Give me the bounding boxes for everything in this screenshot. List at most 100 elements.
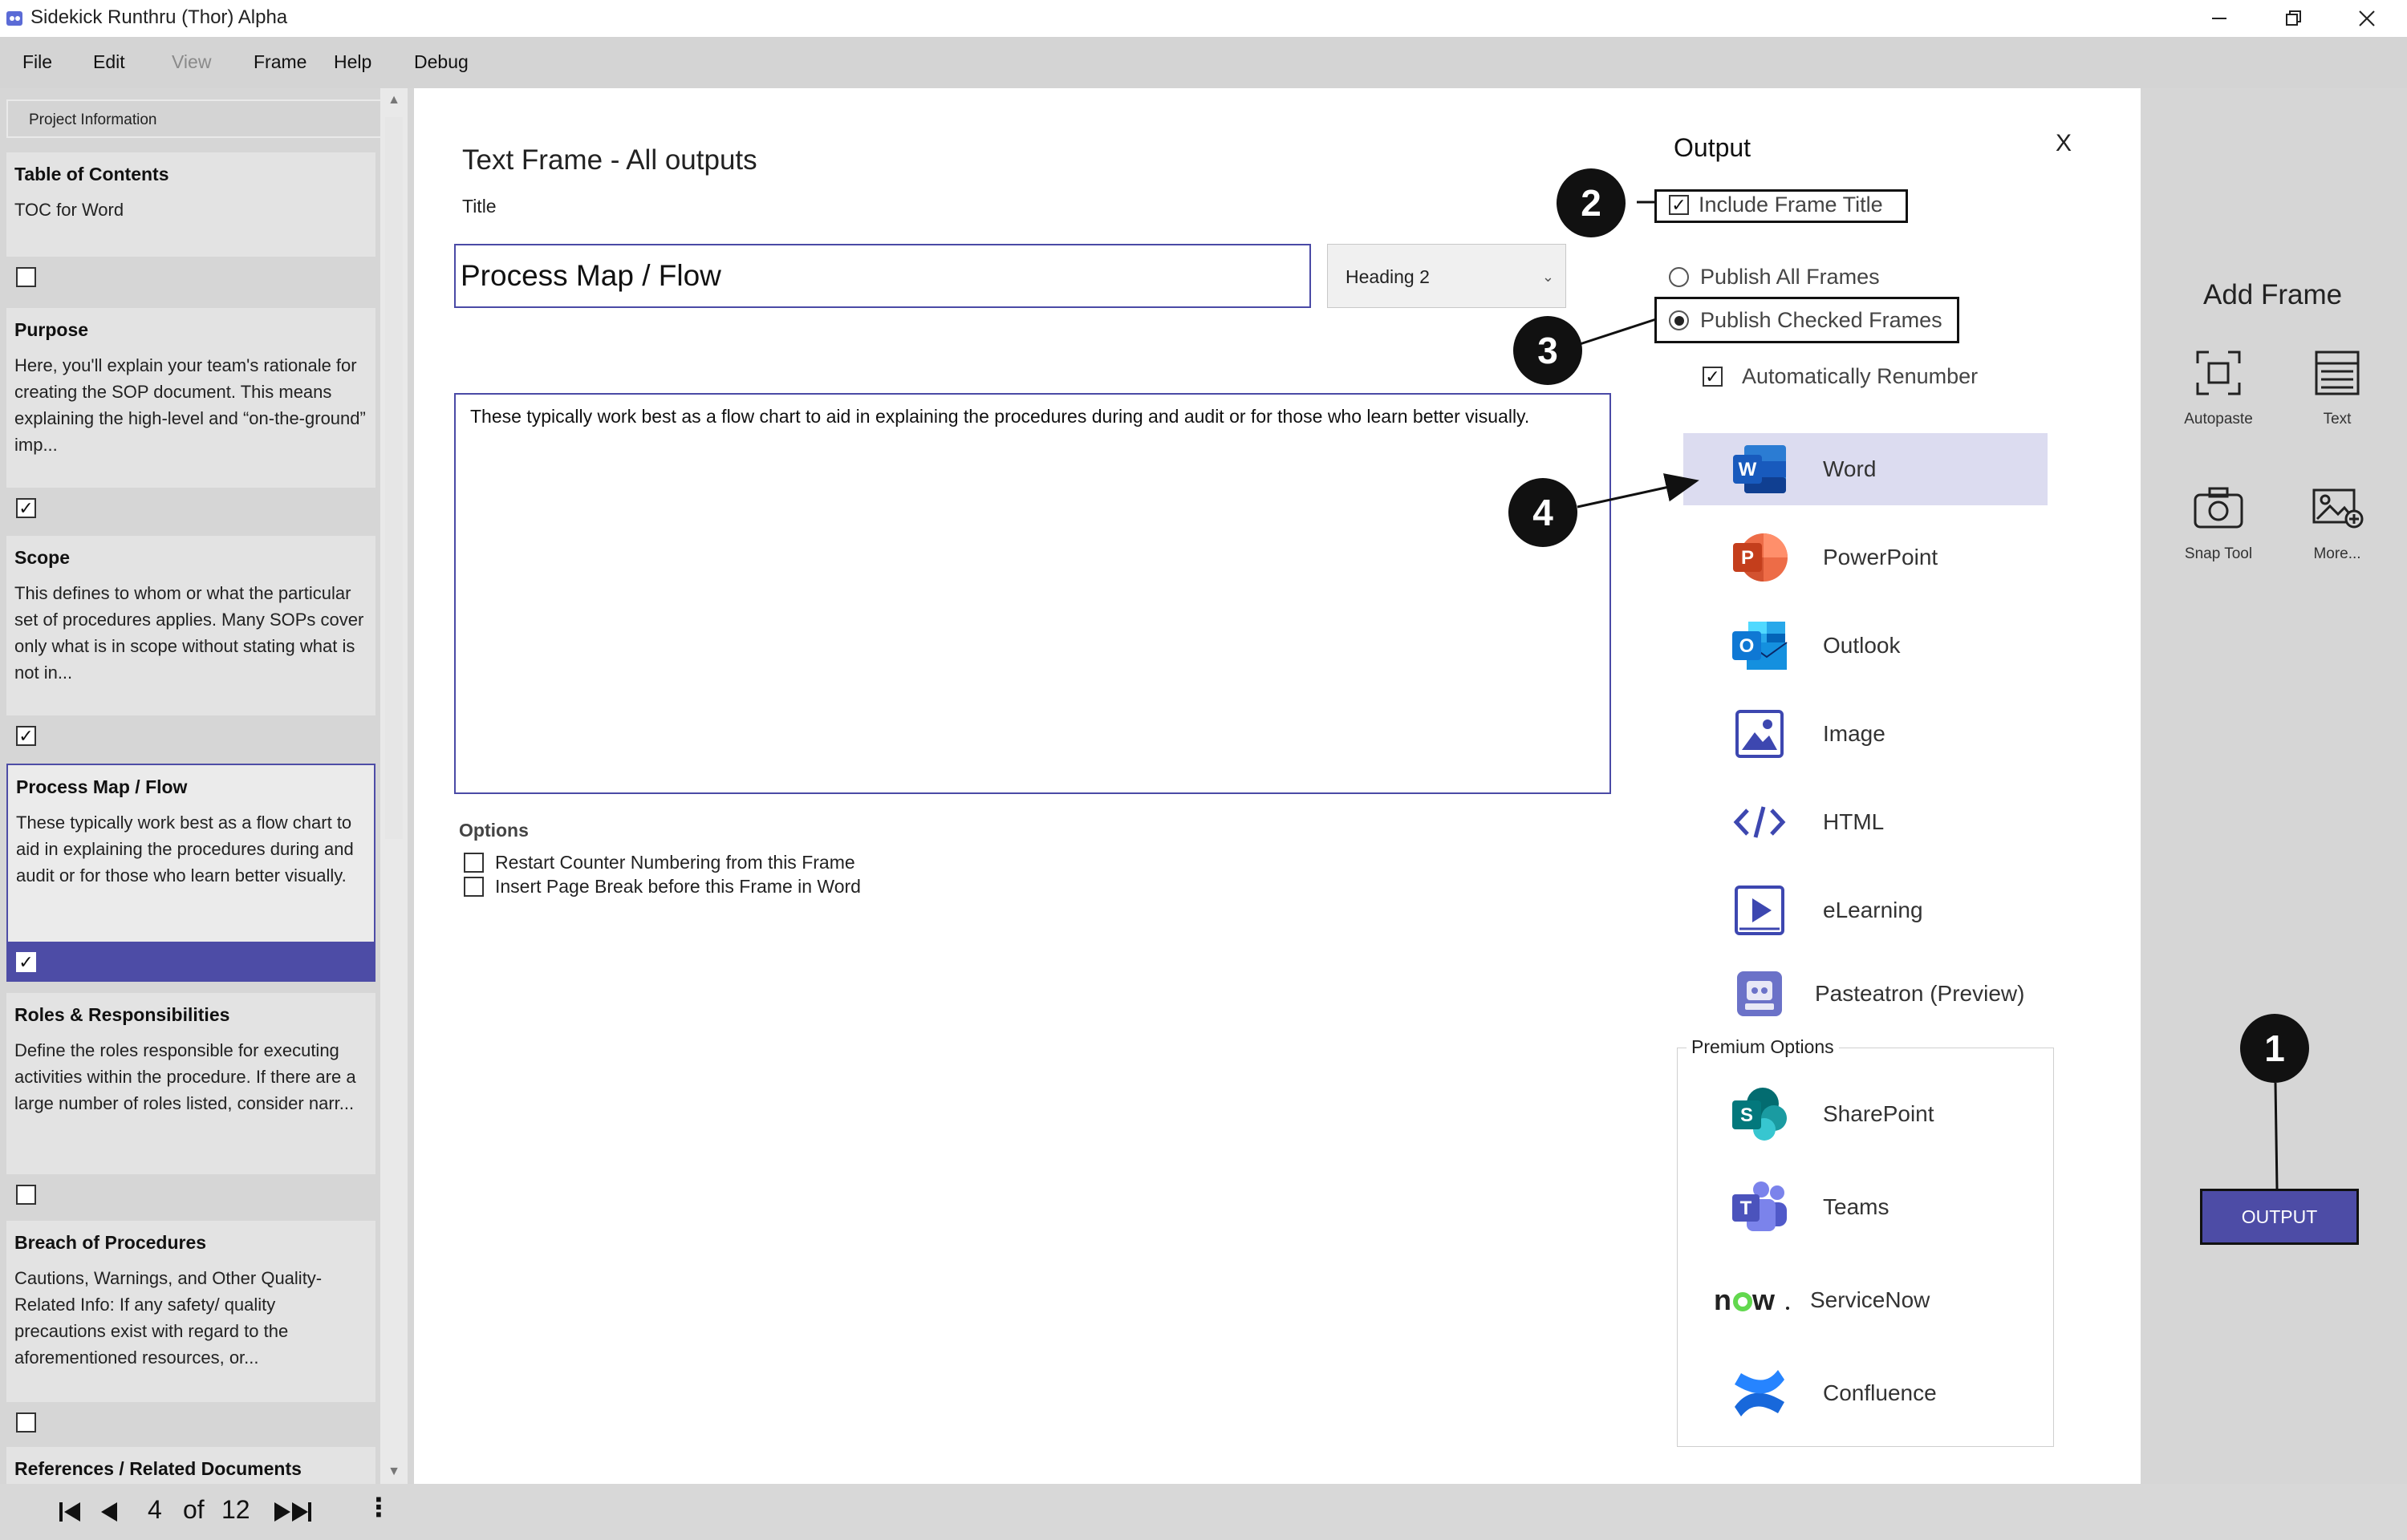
image-icon bbox=[1728, 703, 1791, 765]
check-mark-icon: ✓ bbox=[18, 497, 34, 518]
menu-edit[interactable]: Edit bbox=[93, 51, 125, 73]
frame-checkbox[interactable]: ✓ bbox=[16, 498, 36, 518]
output-servicenow[interactable]: nw ServiceNow bbox=[1683, 1264, 2048, 1336]
servicenow-logo-icon: nw bbox=[1714, 1269, 1791, 1331]
restore-icon bbox=[2286, 10, 2301, 26]
frame-checkbox[interactable] bbox=[16, 1185, 36, 1205]
close-window-button[interactable] bbox=[2330, 0, 2404, 37]
restart-numbering-checkbox[interactable] bbox=[464, 853, 484, 873]
play-video-icon bbox=[1728, 879, 1791, 942]
output-pasteatron[interactable]: Pasteatron (Preview) bbox=[1683, 958, 2048, 1030]
sharepoint-label: SharePoint bbox=[1823, 1101, 1934, 1126]
menu-bar: File Edit View Frame Help Debug bbox=[0, 37, 2407, 88]
frame-checkbox[interactable] bbox=[16, 1412, 36, 1433]
frame-card[interactable]: Table of Contents TOC for Word bbox=[6, 152, 375, 257]
more-vertical-icon[interactable]: ⋮ bbox=[366, 1492, 392, 1522]
text-tool[interactable]: Text bbox=[2285, 343, 2389, 428]
elearning-label: eLearning bbox=[1823, 898, 1923, 922]
output-button[interactable]: OUTPUT bbox=[2200, 1189, 2359, 1245]
frame-card[interactable]: Breach of Procedures Cautions, Warnings,… bbox=[6, 1221, 375, 1402]
frame-card-desc: Here, you'll explain your team's rationa… bbox=[14, 355, 366, 455]
scroll-down-icon[interactable]: ▼ bbox=[380, 1460, 408, 1484]
heading-level-select[interactable]: Heading 2 ⌄ bbox=[1327, 244, 1566, 308]
frame-body-textarea[interactable]: These typically work best as a flow char… bbox=[454, 393, 1611, 794]
snap-tool[interactable]: Snap Tool bbox=[2166, 478, 2271, 563]
code-icon bbox=[1728, 791, 1791, 853]
frame-checkbox[interactable] bbox=[16, 267, 36, 287]
menu-help[interactable]: Help bbox=[334, 51, 371, 73]
frame-card-selected[interactable]: Process Map / Flow These typically work … bbox=[6, 764, 375, 948]
frame-card-title: Breach of Procedures bbox=[14, 1232, 207, 1253]
powerpoint-label: PowerPoint bbox=[1823, 545, 1938, 569]
confluence-label: Confluence bbox=[1823, 1380, 1937, 1405]
title-label: Title bbox=[462, 196, 497, 217]
frame-card[interactable]: References / Related Documents bbox=[6, 1447, 375, 1484]
output-teams[interactable]: T Teams bbox=[1683, 1171, 2048, 1243]
more-tools[interactable]: More... bbox=[2285, 478, 2389, 563]
check-mark-icon: ✓ bbox=[18, 725, 34, 746]
frame-card[interactable]: Purpose Here, you'll explain your team's… bbox=[6, 308, 375, 488]
frame-checkbox[interactable]: ✓ bbox=[16, 952, 36, 972]
publish-all-radio[interactable] bbox=[1669, 267, 1689, 287]
output-powerpoint[interactable]: P PowerPoint bbox=[1683, 521, 2048, 594]
frame-check-row: ✓ bbox=[6, 488, 375, 528]
sharepoint-icon: S bbox=[1728, 1083, 1791, 1145]
page-of-label: of bbox=[183, 1495, 205, 1524]
output-confluence[interactable]: Confluence bbox=[1683, 1357, 2048, 1429]
word-icon: W bbox=[1728, 438, 1791, 500]
frame-check-row bbox=[6, 1402, 375, 1442]
text-lines-icon bbox=[2285, 343, 2389, 403]
publish-checked-frames-option[interactable]: Publish Checked Frames bbox=[1669, 308, 1942, 333]
frame-card-title: Table of Contents bbox=[14, 164, 169, 184]
frame-list-scrollbar[interactable]: ▲ ▼ bbox=[380, 88, 408, 1484]
menu-file[interactable]: File bbox=[22, 51, 52, 73]
teams-label: Teams bbox=[1823, 1194, 1889, 1219]
include-frame-title-option[interactable]: ✓ Include Frame Title bbox=[1669, 192, 1883, 217]
text-tool-label: Text bbox=[2323, 411, 2352, 428]
restart-numbering-option[interactable]: Restart Counter Numbering from this Fram… bbox=[464, 852, 855, 873]
output-word[interactable]: W Word bbox=[1683, 433, 2048, 505]
frame-card[interactable]: Roles & Responsibilities Define the role… bbox=[6, 993, 375, 1174]
next-and-last-page-icon[interactable] bbox=[271, 1500, 316, 1524]
previous-page-icon[interactable] bbox=[98, 1500, 120, 1524]
frame-title-input[interactable] bbox=[454, 244, 1311, 308]
menu-debug[interactable]: Debug bbox=[414, 51, 469, 73]
publish-checked-radio[interactable] bbox=[1669, 310, 1689, 330]
publish-all-frames-option[interactable]: Publish All Frames bbox=[1669, 265, 1880, 290]
output-outlook[interactable]: O Outlook bbox=[1683, 610, 2048, 682]
menu-view[interactable]: View bbox=[172, 51, 211, 73]
frame-card-desc: This defines to whom or what the particu… bbox=[14, 583, 364, 683]
close-output-button[interactable]: X bbox=[2056, 130, 2072, 157]
publish-checked-label: Publish Checked Frames bbox=[1700, 308, 1942, 332]
frame-check-row: ✓ bbox=[6, 715, 375, 756]
outlook-icon: O bbox=[1728, 614, 1791, 677]
first-page-icon[interactable] bbox=[58, 1500, 82, 1524]
project-information-button[interactable]: Project Information bbox=[6, 99, 408, 138]
frame-check-row bbox=[6, 257, 375, 297]
frame-checkbox[interactable]: ✓ bbox=[16, 726, 36, 746]
svg-text:O: O bbox=[1739, 635, 1755, 657]
minimize-button[interactable] bbox=[2182, 0, 2256, 37]
page-break-option[interactable]: Insert Page Break before this Frame in W… bbox=[464, 876, 861, 898]
outlook-label: Outlook bbox=[1823, 633, 1901, 658]
close-icon bbox=[2359, 10, 2375, 26]
output-elearning[interactable]: eLearning bbox=[1683, 874, 2048, 946]
output-sharepoint[interactable]: S SharePoint bbox=[1683, 1078, 2048, 1150]
output-html[interactable]: HTML bbox=[1683, 786, 2048, 858]
auto-renumber-option[interactable]: ✓ Automatically Renumber bbox=[1703, 364, 1978, 389]
autopaste-tool[interactable]: Autopaste bbox=[2166, 343, 2271, 428]
page-break-checkbox[interactable] bbox=[464, 877, 484, 897]
frame-card-desc: These typically work best as a flow char… bbox=[16, 813, 354, 886]
output-image[interactable]: Image bbox=[1683, 698, 2048, 770]
auto-renumber-checkbox[interactable]: ✓ bbox=[1703, 367, 1723, 387]
restore-button[interactable] bbox=[2256, 0, 2330, 37]
scrollbar-thumb[interactable] bbox=[385, 117, 403, 839]
include-frame-title-checkbox[interactable]: ✓ bbox=[1669, 195, 1689, 215]
frame-card-desc: Cautions, Warnings, and Other Quality-Re… bbox=[14, 1268, 323, 1368]
add-image-icon bbox=[2285, 478, 2389, 537]
menu-frame[interactable]: Frame bbox=[254, 51, 306, 73]
svg-text:S: S bbox=[1740, 1104, 1753, 1126]
scroll-up-icon[interactable]: ▲ bbox=[380, 88, 408, 112]
frame-card[interactable]: Scope This defines to whom or what the p… bbox=[6, 536, 375, 715]
callout-2: 2 bbox=[1557, 168, 1626, 237]
